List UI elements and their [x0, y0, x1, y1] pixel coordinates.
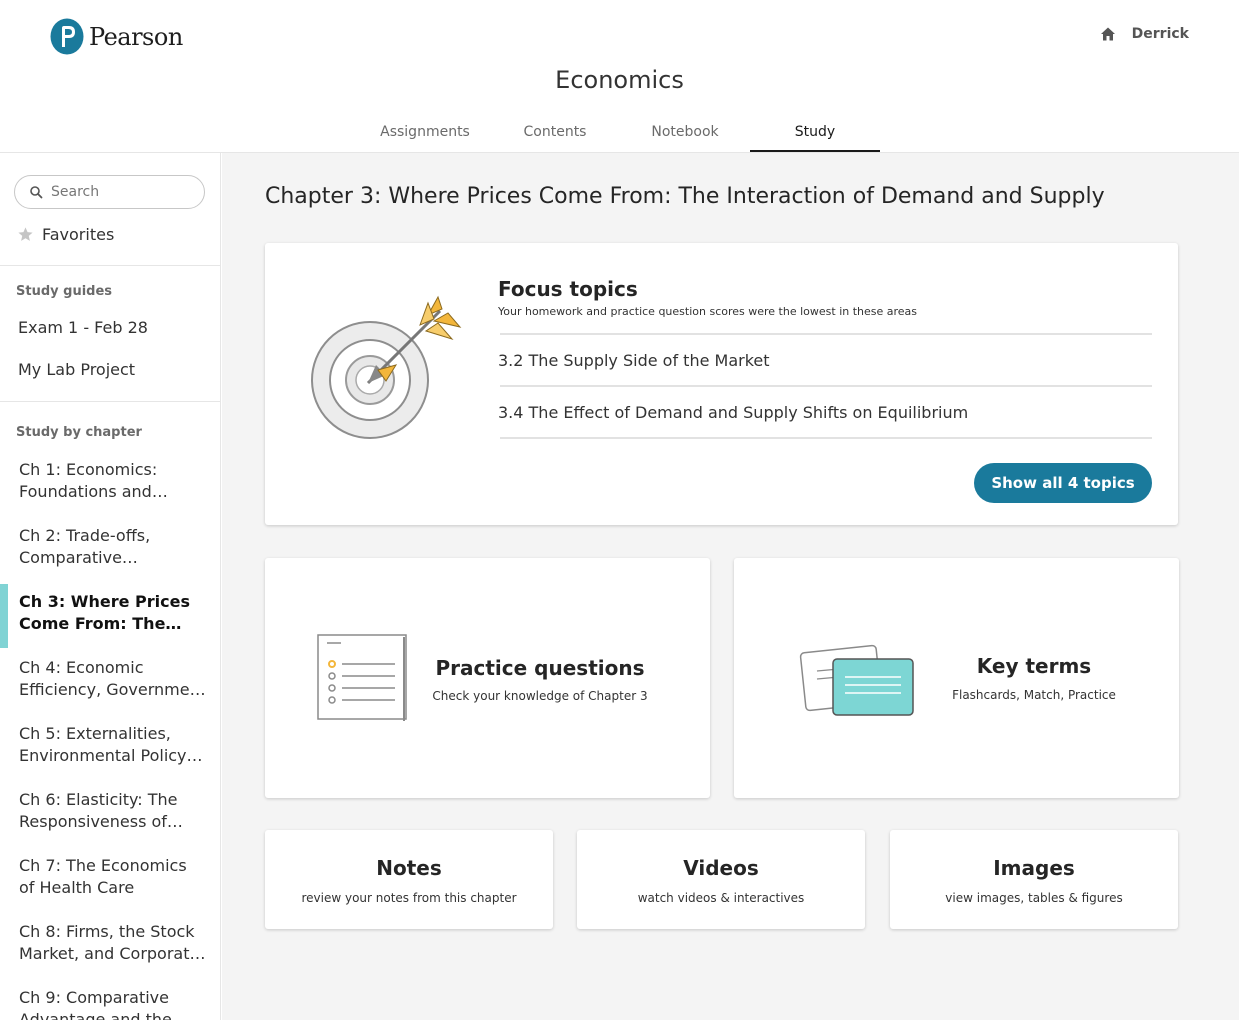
- images-title: Images: [993, 856, 1075, 880]
- notes-card[interactable]: Notes review your notes from this chapte…: [265, 830, 553, 929]
- study-guide-item[interactable]: Exam 1 - Feb 28: [18, 318, 148, 337]
- chapter-label: Ch 9: Comparative Advantage and the Gain…: [19, 988, 172, 1020]
- tab-study[interactable]: Study: [750, 114, 880, 152]
- focus-title: Focus topics: [498, 277, 638, 301]
- chapter-label: Ch 8: Firms, the Stock Market, and Corpo…: [19, 922, 200, 963]
- search-icon: [30, 186, 43, 199]
- search-box[interactable]: [14, 175, 205, 209]
- notes-title: Notes: [376, 856, 442, 880]
- key-terms-title: Key terms: [976, 654, 1092, 678]
- focus-topics-card: Focus topics Your homework and practice …: [265, 243, 1178, 525]
- chapter-item-active[interactable]: Ch 3: Where Prices Come From: The Intera…: [0, 584, 220, 654]
- chapter-label: Ch 6: Elasticity: The Responsiveness of …: [19, 790, 178, 831]
- notes-subtitle: review your notes from this chapter: [301, 891, 517, 905]
- study-guides-heading: Study guides: [16, 284, 113, 299]
- practice-questions-card[interactable]: Practice questions Check your knowledge …: [265, 558, 710, 798]
- tab-contents[interactable]: Contents: [490, 114, 620, 152]
- chapter-item[interactable]: Ch 7: The Economics of Health Care: [0, 852, 220, 918]
- images-subtitle: view images, tables & figures: [945, 891, 1123, 905]
- chapter-label: Ch 3: Where Prices Come From: The Intera…: [19, 592, 190, 633]
- user-area: Derrick: [1100, 26, 1189, 42]
- main-tabs: Assignments Contents Notebook Study: [360, 114, 880, 152]
- course-title: Economics: [555, 66, 684, 94]
- practice-title: Practice questions: [435, 656, 645, 680]
- key-terms-card[interactable]: Key terms Flashcards, Match, Practice: [734, 558, 1179, 798]
- topic-divider: [500, 333, 1152, 335]
- sidebar: Favorites Study guides Exam 1 - Feb 28 M…: [0, 153, 221, 1020]
- target-arrow-icon: [311, 295, 462, 439]
- show-all-topics-button[interactable]: Show all 4 topics: [974, 463, 1152, 503]
- chapter-item[interactable]: Ch 9: Comparative Advantage and the Gain…: [0, 984, 220, 1020]
- user-name[interactable]: Derrick: [1132, 26, 1189, 42]
- chapter-item[interactable]: Ch 1: Economics: Foundations and Models: [0, 456, 220, 522]
- study-by-chapter-heading: Study by chapter: [16, 425, 142, 440]
- divider: [0, 265, 220, 266]
- divider: [0, 401, 220, 402]
- star-icon: [18, 227, 33, 241]
- practice-subtitle: Check your knowledge of Chapter 3: [432, 689, 648, 703]
- chapter-item[interactable]: Ch 4: Economic Efficiency, Government Pr…: [0, 654, 220, 720]
- checklist-icon: [317, 634, 407, 721]
- logo-text: Pearson: [89, 22, 183, 51]
- tab-notebook[interactable]: Notebook: [620, 114, 750, 152]
- favorites-label: Favorites: [42, 225, 115, 244]
- key-terms-subtitle: Flashcards, Match, Practice: [952, 688, 1116, 702]
- study-guide-item[interactable]: My Lab Project: [18, 360, 135, 379]
- chapter-item[interactable]: Ch 8: Firms, the Stock Market, and Corpo…: [0, 918, 220, 984]
- chapter-item[interactable]: Ch 6: Elasticity: The Responsiveness of …: [0, 786, 220, 852]
- chapter-title: Chapter 3: Where Prices Come From: The I…: [265, 184, 1105, 209]
- chapter-label: Ch 2: Trade-offs, Comparative Advantage,…: [19, 526, 151, 567]
- search-input[interactable]: [51, 184, 191, 200]
- chapter-label: Ch 5: Externalities, Environmental Polic…: [19, 724, 192, 765]
- chapter-item[interactable]: Ch 5: Externalities, Environmental Polic…: [0, 720, 220, 786]
- flashcards-icon: [799, 644, 914, 716]
- videos-card[interactable]: Videos watch videos & interactives: [577, 830, 865, 929]
- chapter-label: Ch 1: Economics: Foundations and Models: [19, 460, 158, 501]
- focus-subtitle: Your homework and practice question scor…: [498, 305, 918, 318]
- topic-divider: [500, 437, 1152, 439]
- pearson-logo-icon: [50, 18, 84, 55]
- chapter-item[interactable]: Ch 2: Trade-offs, Comparative Advantage,…: [0, 522, 220, 588]
- topic-divider: [500, 385, 1152, 387]
- pearson-logo[interactable]: Pearson: [50, 18, 183, 55]
- main-content: Chapter 3: Where Prices Come From: The I…: [222, 153, 1239, 1020]
- videos-subtitle: watch videos & interactives: [637, 891, 805, 905]
- favorites-link[interactable]: Favorites: [17, 225, 114, 244]
- focus-topic-link[interactable]: 3.4 The Effect of Demand and Supply Shif…: [498, 403, 968, 422]
- videos-title: Videos: [683, 856, 759, 880]
- home-icon[interactable]: [1100, 26, 1116, 42]
- chapter-label: Ch 4: Economic Efficiency, Government Pr…: [19, 658, 207, 699]
- focus-topic-link[interactable]: 3.2 The Supply Side of the Market: [498, 351, 770, 370]
- app-header: Pearson Derrick Economics Assignments Co…: [0, 0, 1239, 153]
- chapter-label: Ch 7: The Economics of Health Care: [19, 856, 187, 897]
- chapter-list: Ch 1: Economics: Foundations and Models …: [0, 456, 220, 1020]
- images-card[interactable]: Images view images, tables & figures: [890, 830, 1178, 929]
- tab-assignments[interactable]: Assignments: [360, 114, 490, 152]
